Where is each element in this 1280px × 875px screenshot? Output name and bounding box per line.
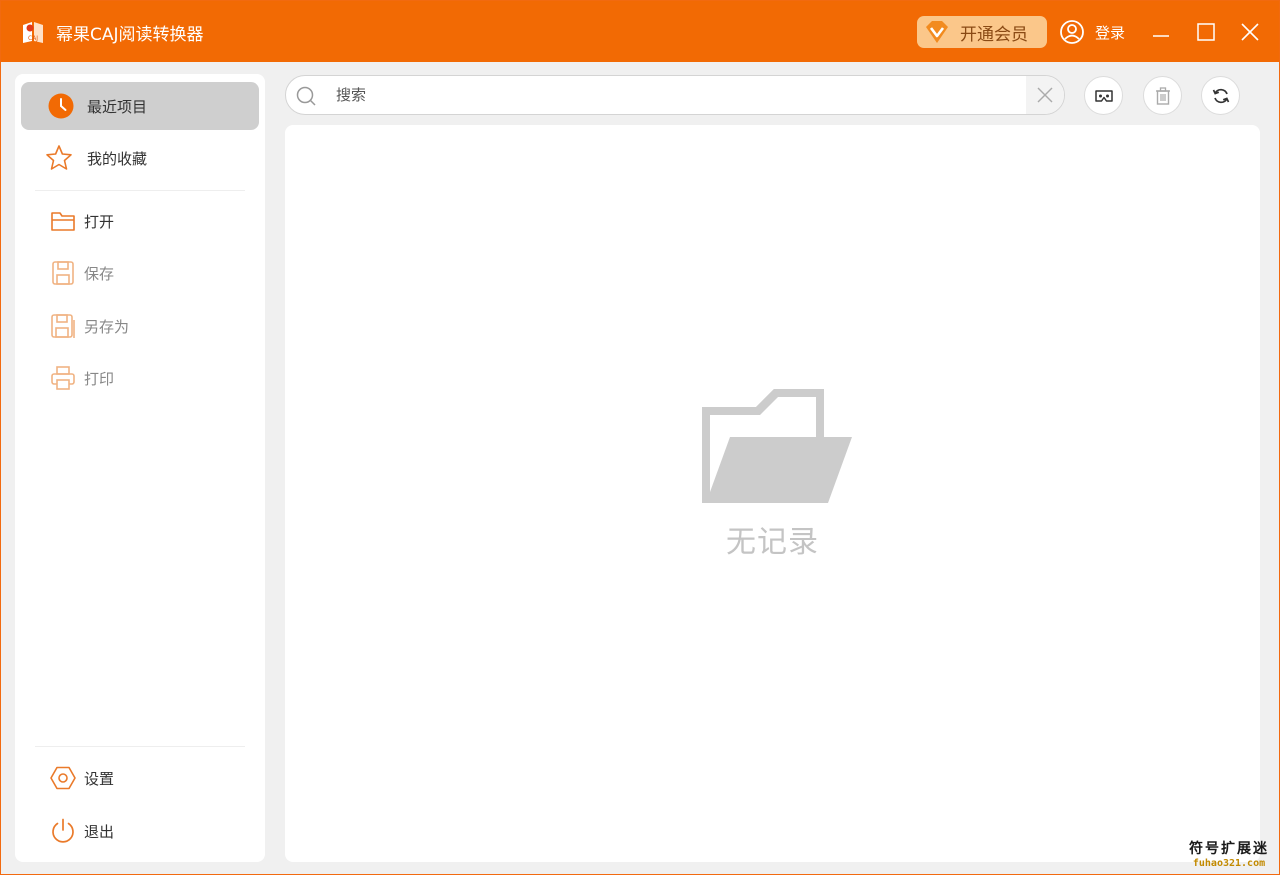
app-window: CAJ 幂果CAJ阅读转换器 开通会员 登录 最近项目 我的收藏 打开 保存 另…: [0, 0, 1280, 875]
watermark: 符号扩展迷 fuhao321.com: [1184, 838, 1274, 872]
sidebar-item-label: 设置: [84, 770, 115, 788]
sidebar-item-label: 退出: [84, 823, 115, 841]
sidebar-item-open[interactable]: 打开: [21, 197, 259, 245]
login-link[interactable]: 登录: [1095, 22, 1125, 43]
sidebar-item-label: 另存为: [84, 318, 130, 336]
user-icon[interactable]: [1059, 19, 1085, 45]
vr-view-icon: [1095, 90, 1113, 102]
refresh-button[interactable]: [1201, 76, 1240, 115]
vip-label: 开通会员: [960, 25, 1028, 45]
search-icon: [296, 86, 316, 106]
trash-icon: [1156, 87, 1170, 105]
save-as-icon: [51, 314, 75, 338]
sidebar-item-exit[interactable]: 退出: [21, 807, 259, 855]
sidebar-item-label: 最近项目: [87, 98, 148, 116]
vip-button[interactable]: 开通会员: [917, 16, 1047, 48]
sidebar-item-label: 我的收藏: [87, 150, 148, 168]
app-title: 幂果CAJ阅读转换器: [56, 25, 204, 45]
maximize-icon[interactable]: [1193, 19, 1219, 45]
vr-view-button[interactable]: [1084, 76, 1123, 115]
sidebar: 最近项目 我的收藏 打开 保存 另存为 打印 设置 退出: [15, 74, 265, 862]
minimize-icon[interactable]: [1148, 19, 1174, 45]
save-icon: [52, 261, 74, 285]
sidebar-item-label: 打印: [84, 370, 115, 388]
search-bar: [285, 75, 1065, 115]
sidebar-item-favorites[interactable]: 我的收藏: [21, 134, 259, 182]
star-icon: [46, 145, 72, 170]
close-icon[interactable]: [1237, 19, 1263, 45]
sidebar-item-settings[interactable]: 设置: [21, 754, 259, 802]
divider: [35, 746, 245, 747]
title-bar: CAJ 幂果CAJ阅读转换器 开通会员 登录: [1, 1, 1279, 62]
close-icon: [1037, 87, 1053, 103]
sidebar-item-save[interactable]: 保存: [21, 249, 259, 297]
clear-search-button[interactable]: [1026, 76, 1064, 114]
power-icon: [52, 818, 74, 843]
clock-icon: [48, 93, 74, 119]
delete-button[interactable]: [1143, 76, 1182, 115]
sidebar-item-print[interactable]: 打印: [21, 354, 259, 402]
sidebar-item-recent[interactable]: 最近项目: [21, 82, 259, 130]
recent-files-panel: 无记录: [285, 125, 1260, 862]
empty-state-text: 无记录: [726, 525, 819, 560]
watermark-url: fuhao321.com: [1192, 858, 1266, 869]
settings-icon: [50, 766, 76, 790]
empty-folder-icon: [702, 389, 852, 503]
sidebar-item-save-as[interactable]: 另存为: [21, 302, 259, 350]
print-icon: [51, 366, 75, 390]
divider: [35, 190, 245, 191]
search-input[interactable]: [336, 82, 1016, 108]
refresh-icon: [1212, 88, 1230, 104]
sidebar-item-label: 打开: [84, 213, 115, 231]
app-logo-icon: CAJ: [23, 22, 43, 43]
diamond-icon: [926, 21, 948, 43]
sidebar-item-label: 保存: [84, 265, 115, 283]
svg-text:CAJ: CAJ: [28, 35, 38, 42]
watermark-title: 符号扩展迷: [1189, 841, 1269, 857]
folder-icon: [51, 212, 75, 231]
